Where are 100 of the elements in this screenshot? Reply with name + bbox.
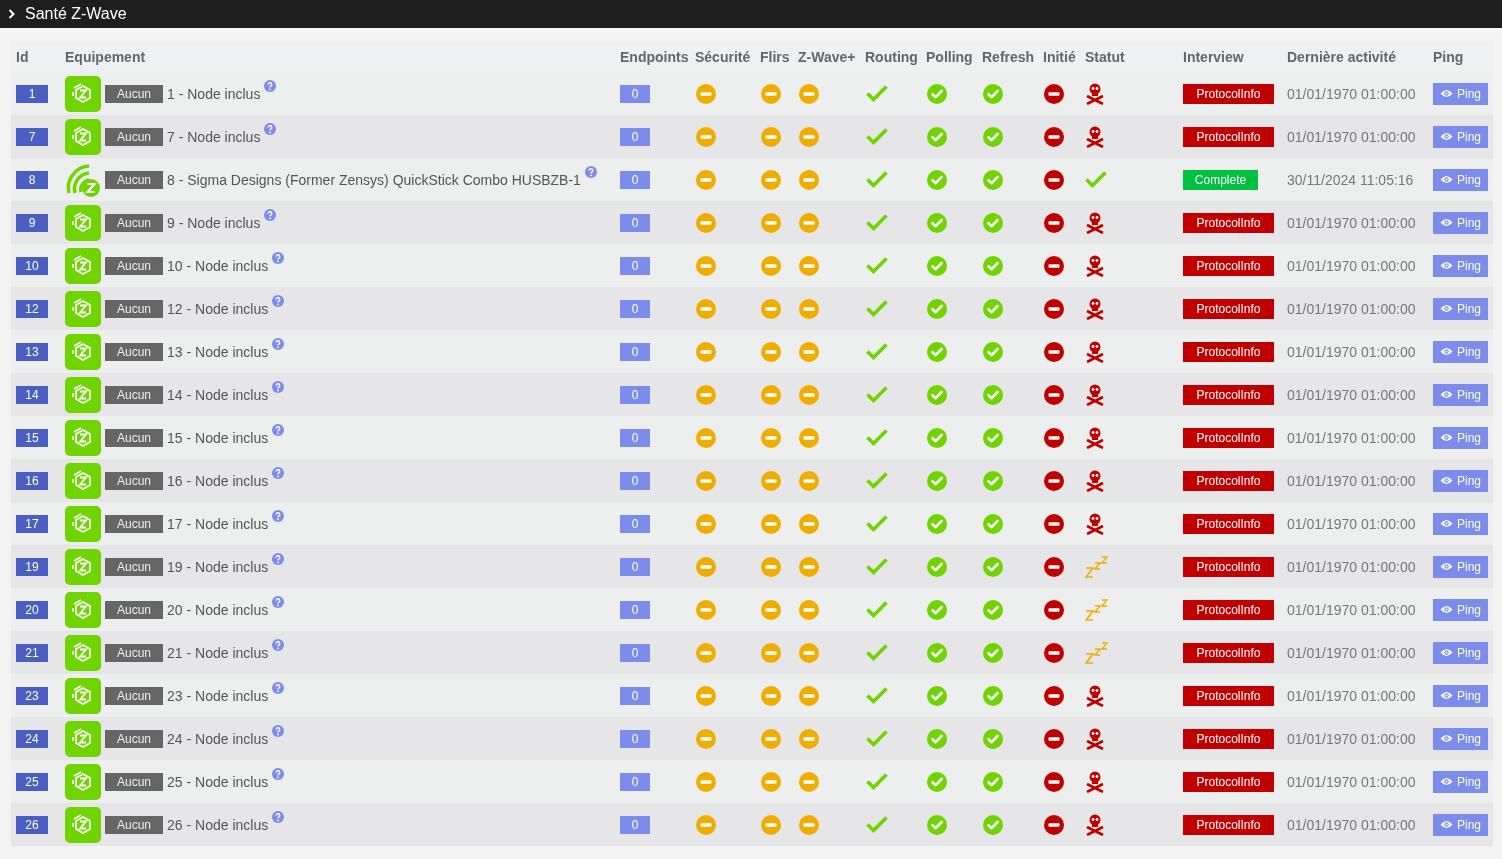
ping-button[interactable]: Ping [1433,641,1489,664]
column-header: Routing [865,48,918,65]
interview-status-badge: ProtocolInfo [1183,642,1274,663]
panel-title: Santé Z-Wave [25,5,127,23]
ping-button[interactable]: Ping [1433,297,1489,320]
device-name[interactable]: 7 - Node inclus [167,128,261,145]
eye-icon [1440,476,1453,485]
eye-icon [1440,261,1453,270]
chevron-right-icon[interactable] [8,9,16,19]
column-header: Refresh [982,48,1035,65]
help-icon[interactable] [584,165,597,178]
device-name[interactable]: 9 - Node inclus [167,214,261,231]
help-icon[interactable] [272,724,285,737]
last-activity-date: 01/01/1970 01:00:00 [1287,730,1416,747]
interview-status-badge: ProtocolInfo [1183,298,1274,319]
interview-status-badge: ProtocolInfo [1183,427,1274,448]
device-name[interactable]: 12 - Node inclus [167,300,269,317]
help-icon[interactable] [272,294,285,307]
column-header: Equipement [65,48,146,65]
endpoints-badge: 0 [620,557,650,576]
node-id-badge: 8 [16,170,48,189]
help-icon[interactable] [272,423,285,436]
help-icon[interactable] [272,509,285,522]
help-icon[interactable] [272,380,285,393]
object-label: Aucun [105,772,164,791]
node-id-badge: 15 [16,428,48,447]
ping-button[interactable]: Ping [1433,598,1489,621]
ping-button[interactable]: Ping [1433,727,1489,750]
device-name[interactable]: 20 - Node inclus [167,601,269,618]
help-icon[interactable] [272,767,285,780]
help-icon[interactable] [272,638,285,651]
device-name[interactable]: 25 - Node inclus [167,773,269,790]
node-id-badge: 12 [16,299,48,318]
help-icon[interactable] [272,681,285,694]
ping-button[interactable]: Ping [1433,813,1489,836]
endpoints-badge: 0 [620,772,650,791]
endpoints-badge: 0 [620,256,650,275]
ping-button[interactable]: Ping [1433,168,1489,191]
last-activity-date: 01/01/1970 01:00:00 [1287,816,1416,833]
eye-icon [1440,218,1453,227]
ping-button[interactable]: Ping [1433,684,1489,707]
device-name[interactable]: 17 - Node inclus [167,515,269,532]
ping-button[interactable]: Ping [1433,82,1489,105]
device-name[interactable]: 21 - Node inclus [167,644,269,661]
device-name[interactable]: 26 - Node inclus [167,816,269,833]
help-icon[interactable] [272,251,285,264]
device-name[interactable]: 15 - Node inclus [167,429,269,446]
device-name[interactable]: 8 - Sigma Designs (Former Zensys) QuickStick Combo HUSBZB-1 [167,171,581,188]
node-id-badge: 21 [16,643,48,662]
interview-status-badge: Complete [1183,169,1258,190]
eye-icon [1440,605,1453,614]
object-label: Aucun [105,600,164,619]
ping-button[interactable]: Ping [1433,254,1489,277]
ping-button[interactable]: Ping [1433,469,1489,492]
ping-button[interactable]: Ping [1433,770,1489,793]
endpoints-badge: 0 [620,686,650,705]
ping-button[interactable]: Ping [1433,125,1489,148]
device-name[interactable]: 24 - Node inclus [167,730,269,747]
help-icon[interactable] [264,208,277,221]
device-name[interactable]: 23 - Node inclus [167,687,269,704]
eye-icon [1440,820,1453,829]
help-icon[interactable] [264,79,277,92]
ping-button[interactable]: Ping [1433,383,1489,406]
eye-icon [1440,562,1453,571]
object-label: Aucun [105,213,164,232]
last-activity-date: 01/01/1970 01:00:00 [1287,515,1416,532]
interview-status-badge: ProtocolInfo [1183,771,1274,792]
device-name[interactable]: 13 - Node inclus [167,343,269,360]
node-id-badge: 1 [16,84,48,103]
eye-icon [1440,777,1453,786]
interview-status-badge: ProtocolInfo [1183,212,1274,233]
interview-status-badge: ProtocolInfo [1183,341,1274,362]
ping-button[interactable]: Ping [1433,555,1489,578]
interview-status-badge: ProtocolInfo [1183,513,1274,534]
column-header: Polling [926,48,973,65]
help-icon[interactable] [272,552,285,565]
node-id-badge: 14 [16,385,48,404]
object-label: Aucun [105,342,164,361]
device-name[interactable]: 1 - Node inclus [167,85,261,102]
ping-button[interactable]: Ping [1433,211,1489,234]
help-icon[interactable] [272,337,285,350]
column-header: Endpoints [620,48,689,65]
interview-status-badge: ProtocolInfo [1183,255,1274,276]
object-label: Aucun [105,299,164,318]
help-icon[interactable] [272,466,285,479]
help-icon[interactable] [264,122,277,135]
device-name[interactable]: 16 - Node inclus [167,472,269,489]
ping-button[interactable]: Ping [1433,340,1489,363]
ping-button[interactable]: Ping [1433,426,1489,449]
device-name[interactable]: 19 - Node inclus [167,558,269,575]
ping-button[interactable]: Ping [1433,512,1489,535]
help-icon[interactable] [272,810,285,823]
last-activity-date: 01/01/1970 01:00:00 [1287,773,1416,790]
column-header: Flirs [760,48,790,65]
device-name[interactable]: 14 - Node inclus [167,386,269,403]
help-icon[interactable] [272,595,285,608]
object-label: Aucun [105,686,164,705]
device-name[interactable]: 10 - Node inclus [167,257,269,274]
last-activity-date: 01/01/1970 01:00:00 [1287,386,1416,403]
column-header: Initié [1043,48,1076,65]
